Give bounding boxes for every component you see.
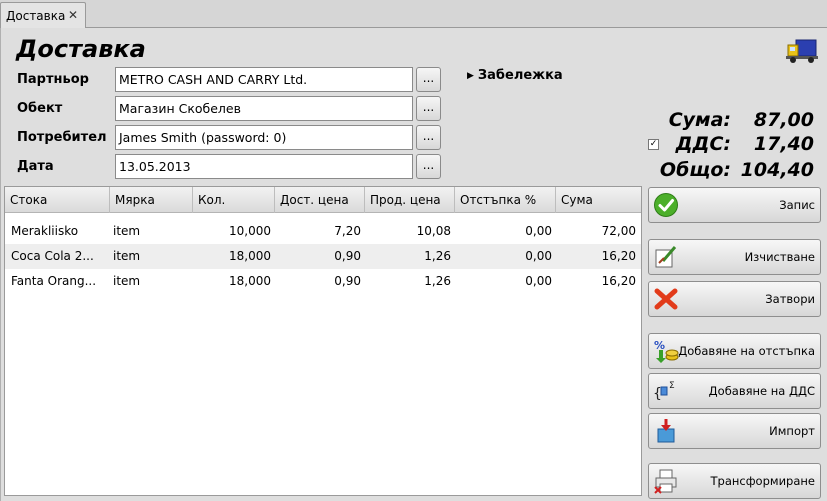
add-vat-label: Добавяне на ДДС — [708, 384, 815, 398]
table-row[interactable]: Fanta Orang... item 18,000 0,90 1,26 0,0… — [5, 269, 641, 294]
column-header[interactable]: Дост. цена — [275, 187, 365, 213]
truck-icon — [786, 39, 818, 63]
partner-field[interactable]: METRO CASH AND CARRY Ltd. — [115, 67, 413, 92]
cell-product: Fanta Orang... — [11, 274, 97, 288]
import-label: Импорт — [769, 424, 815, 438]
vat-label: ДДС: — [675, 133, 731, 155]
import-box-icon — [657, 419, 675, 443]
cell-product: Merakliisko — [11, 224, 79, 238]
import-button[interactable]: Импорт — [648, 413, 821, 449]
table-row[interactable]: Merakliisko item 10,000 7,20 10,08 0,00 … — [5, 219, 641, 244]
cell-unit: item — [113, 274, 141, 288]
tab-strip: Доставка ✕ — [0, 0, 827, 29]
column-header[interactable]: Мярка — [110, 187, 193, 213]
clear-button[interactable]: Изчистване — [648, 239, 821, 275]
printer-icon — [654, 469, 677, 494]
cell-qty: 18,000 — [229, 249, 271, 263]
cell-discount: 0,00 — [525, 224, 552, 238]
cell-sale-price: 10,08 — [416, 224, 451, 238]
eraser-icon — [655, 246, 677, 268]
cell-sum: 72,00 — [601, 224, 636, 238]
column-header[interactable]: Отстъпка % — [455, 187, 556, 213]
cell-product: Coca Cola 2... — [11, 249, 94, 263]
cell-sale-price: 1,26 — [424, 274, 451, 288]
table-header: Стока Мярка Кол. Дост. цена Прод. цена О… — [5, 187, 641, 213]
page-title: Доставка — [16, 35, 146, 63]
transform-button[interactable]: Трансформиране — [648, 463, 821, 499]
cell-cost-price: 0,90 — [334, 274, 361, 288]
save-button[interactable]: Запис — [648, 187, 821, 223]
cell-discount: 0,00 — [525, 249, 552, 263]
red-x-icon — [654, 288, 678, 310]
partner-label: Партньор — [17, 72, 89, 87]
cell-cost-price: 7,20 — [334, 224, 361, 238]
tab-close-icon[interactable]: ✕ — [68, 8, 78, 22]
table-row[interactable]: Coca Cola 2... item 18,000 0,90 1,26 0,0… — [5, 244, 641, 269]
column-header[interactable]: Кол. — [193, 187, 275, 213]
column-header[interactable]: Прод. цена — [365, 187, 455, 213]
add-discount-button[interactable]: % Добавяне на отстъпка — [648, 333, 821, 369]
close-label: Затвори — [765, 292, 815, 306]
close-button[interactable]: Затвори — [648, 281, 821, 317]
note-label: Забележка — [477, 68, 563, 83]
partner-browse-button[interactable]: ... — [416, 67, 441, 92]
save-label: Запис — [779, 198, 815, 212]
transform-label: Трансформиране — [710, 474, 815, 488]
total-value: 104,40 — [740, 159, 814, 181]
cell-cost-price: 0,90 — [334, 249, 361, 263]
expand-triangle-icon: ▶ — [467, 71, 474, 81]
sum-label: Сума: — [668, 109, 731, 131]
tab-label: Доставка — [6, 9, 66, 23]
clear-label: Изчистване — [744, 250, 815, 264]
total-label: Общо: — [659, 159, 731, 181]
cell-qty: 10,000 — [229, 224, 271, 238]
svg-text:Σ: Σ — [669, 381, 675, 391]
checkmark-icon — [654, 193, 678, 217]
cell-sum: 16,20 — [601, 274, 636, 288]
percent-coins-icon: % — [654, 339, 679, 363]
tab-delivery[interactable]: Доставка ✕ — [0, 2, 86, 29]
note-expander[interactable]: ▶ Забележка — [467, 68, 563, 83]
cell-sum: 16,20 — [601, 249, 636, 263]
sum-value: 87,00 — [753, 109, 814, 131]
add-vat-button[interactable]: { Σ Добавяне на ДДС — [648, 373, 821, 409]
add-discount-label: Добавяне на отстъпка — [678, 344, 815, 358]
items-table[interactable]: Стока Мярка Кол. Дост. цена Прод. цена О… — [4, 186, 642, 496]
cell-unit: item — [113, 249, 141, 263]
cell-sale-price: 1,26 — [424, 249, 451, 263]
sigma-icon: { Σ — [653, 381, 675, 402]
cell-unit: item — [113, 224, 141, 238]
cell-discount: 0,00 — [525, 274, 552, 288]
vat-value: 17,40 — [753, 133, 814, 155]
cell-qty: 18,000 — [229, 274, 271, 288]
column-header[interactable]: Сума — [556, 187, 641, 213]
column-header[interactable]: Стока — [5, 187, 110, 213]
